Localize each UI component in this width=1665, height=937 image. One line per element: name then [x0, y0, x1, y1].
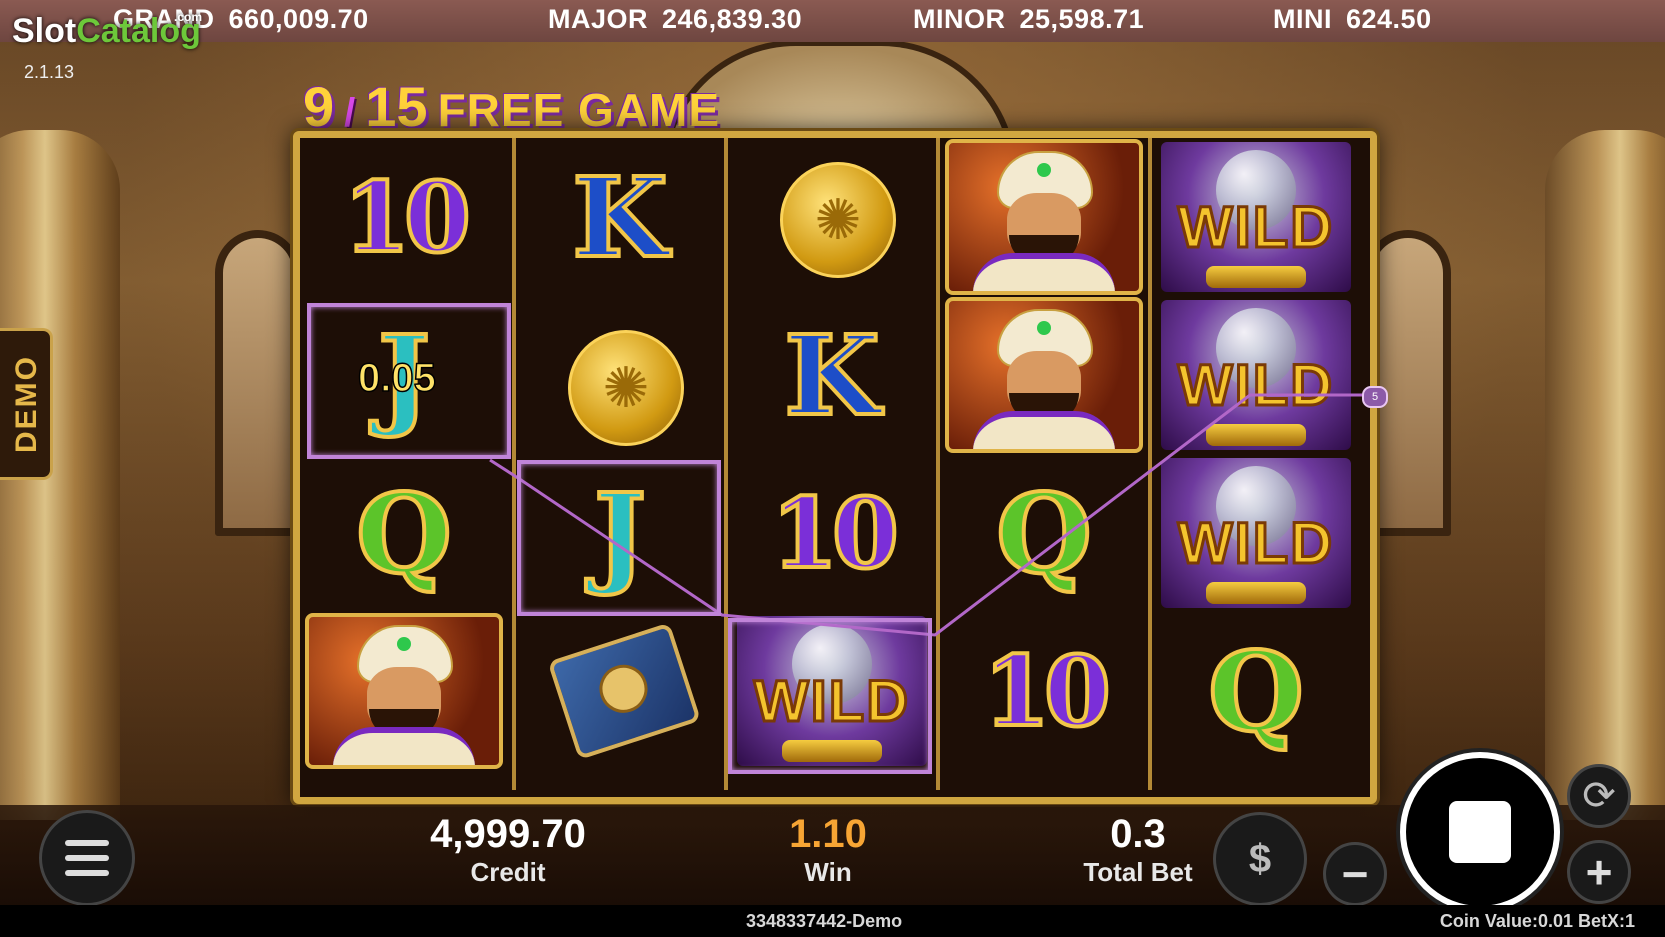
- credit-label: Credit: [470, 857, 546, 887]
- symbol-cell: [940, 138, 1148, 296]
- footer-bar: 3348337442-Demo Coin Value:0.01 BetX:1: [0, 905, 1665, 937]
- ten-symbol: 10: [981, 633, 1113, 750]
- ten-symbol: 10: [341, 159, 473, 276]
- total-bet-label: Total Bet: [1083, 857, 1193, 887]
- jackpot-minor: MINOR 25,598.71: [913, 4, 1144, 35]
- credit-value: 4,999.70: [430, 812, 586, 856]
- symbol-cell: [300, 612, 508, 770]
- wild-symbol: WILD: [1161, 300, 1351, 450]
- version-label: 2.1.13: [24, 62, 75, 82]
- symbol-cell: WILD: [1152, 296, 1360, 454]
- gold-coins-symbol: ✺: [772, 152, 896, 282]
- plus-icon: +: [1585, 846, 1613, 898]
- free-game-separator: /: [344, 91, 356, 135]
- symbol-cell: Q: [940, 454, 1148, 612]
- symbol-cell: 10: [728, 454, 936, 612]
- symbol-cell: 10: [940, 612, 1148, 770]
- coin-value-info: Coin Value:0.01 BetX:1: [1439, 911, 1635, 931]
- logo-text-slot: Slot: [12, 12, 77, 50]
- wild-symbol: WILD: [1161, 142, 1351, 292]
- minus-icon: −: [1341, 848, 1369, 900]
- jackpot-label: MINOR: [913, 4, 1006, 34]
- coin-value-button[interactable]: $: [1213, 812, 1307, 906]
- wild-label: WILD: [1176, 510, 1335, 578]
- reel-4: Q 10: [936, 138, 1148, 790]
- jackpot-bar: GRAND 660,009.70 MAJOR 246,839.30 MINOR …: [0, 0, 1665, 42]
- jackpot-mini: MINI 624.50: [1273, 4, 1432, 35]
- symbol-cell: Q: [300, 454, 508, 612]
- sultan-symbol: [945, 139, 1143, 295]
- win-highlight-box: [728, 618, 932, 774]
- k-symbol: K: [570, 151, 670, 284]
- symbol-cell: K: [728, 296, 936, 454]
- q-symbol: Q: [994, 467, 1094, 600]
- reel-5: WILD WILD WILD Q: [1148, 138, 1360, 790]
- win-value: 1.10: [789, 812, 867, 856]
- win-highlight-box: [517, 460, 721, 616]
- total-bet-display: 0.3 Total Bet: [1063, 812, 1213, 888]
- symbol-cell: WILD: [1152, 138, 1360, 296]
- wild-symbol: WILD: [1161, 458, 1351, 608]
- symbol-cell: WILD: [1152, 454, 1360, 612]
- ten-symbol: 10: [769, 475, 901, 592]
- free-game-counter: 9 / 15 FREE GAME: [303, 74, 720, 139]
- symbol-cell: ✺: [728, 138, 936, 296]
- symbol-cell: ✺: [516, 296, 724, 454]
- symbol-cell: Q: [1152, 612, 1360, 770]
- reel-1: 10 J Q: [300, 138, 508, 790]
- jackpot-label: MINI: [1273, 4, 1332, 34]
- slotcatalog-logo: SlotCatalog .com: [12, 10, 203, 51]
- increase-bet-button[interactable]: +: [1567, 840, 1631, 904]
- coin-stack-icon: $: [1248, 836, 1272, 881]
- wild-label: WILD: [1176, 352, 1335, 420]
- symbol-cell: [940, 296, 1148, 454]
- jackpot-value: 25,598.71: [1019, 4, 1145, 34]
- jackpot-value: 246,839.30: [662, 4, 803, 34]
- sultan-symbol: [305, 613, 503, 769]
- free-game-current: 9: [303, 75, 335, 138]
- jackpot-value: 660,009.70: [228, 4, 369, 34]
- q-symbol: Q: [354, 467, 454, 600]
- spellbook-symbol: [535, 612, 705, 769]
- autoplay-button[interactable]: ⟳: [1567, 764, 1631, 828]
- win-label: Win: [804, 857, 852, 887]
- wild-label: WILD: [1176, 194, 1335, 262]
- k-symbol: K: [782, 309, 882, 442]
- spin-stop-button[interactable]: [1400, 752, 1560, 912]
- free-game-label: FREE GAME: [437, 84, 721, 136]
- jackpot-label: MAJOR: [548, 4, 649, 34]
- background-window-left: [215, 230, 301, 536]
- demo-tab[interactable]: DEMO: [0, 328, 53, 480]
- sultan-symbol: [945, 297, 1143, 453]
- round-id: 3348337442-Demo: [746, 911, 903, 931]
- logo-text-com: .com: [174, 10, 203, 24]
- stop-icon: [1449, 801, 1511, 863]
- total-bet-value: 0.3: [1110, 812, 1166, 856]
- symbol-cell: 10: [300, 138, 508, 296]
- right-pillar: [1545, 130, 1665, 820]
- autoplay-icon: ⟳: [1582, 774, 1616, 818]
- payline-number-badge: 5: [1362, 386, 1388, 408]
- demo-tab-label: DEMO: [10, 355, 43, 453]
- free-game-total: 15: [365, 75, 428, 138]
- background-window-right: [1365, 230, 1451, 536]
- line-win-amount: 0.05: [357, 355, 436, 401]
- symbol-cell: K: [516, 138, 724, 296]
- hamburger-icon: [65, 840, 109, 876]
- symbol-cell: [516, 612, 724, 770]
- credit-display: 4,999.70 Credit: [418, 812, 598, 888]
- menu-button[interactable]: [39, 810, 135, 906]
- gold-coins-symbol: ✺: [560, 310, 684, 446]
- q-symbol: Q: [1206, 625, 1306, 758]
- win-display: 1.10 Win: [768, 812, 888, 888]
- jackpot-value: 624.50: [1346, 4, 1432, 34]
- jackpot-major: MAJOR 246,839.30: [548, 4, 802, 35]
- decrease-bet-button[interactable]: −: [1323, 842, 1387, 906]
